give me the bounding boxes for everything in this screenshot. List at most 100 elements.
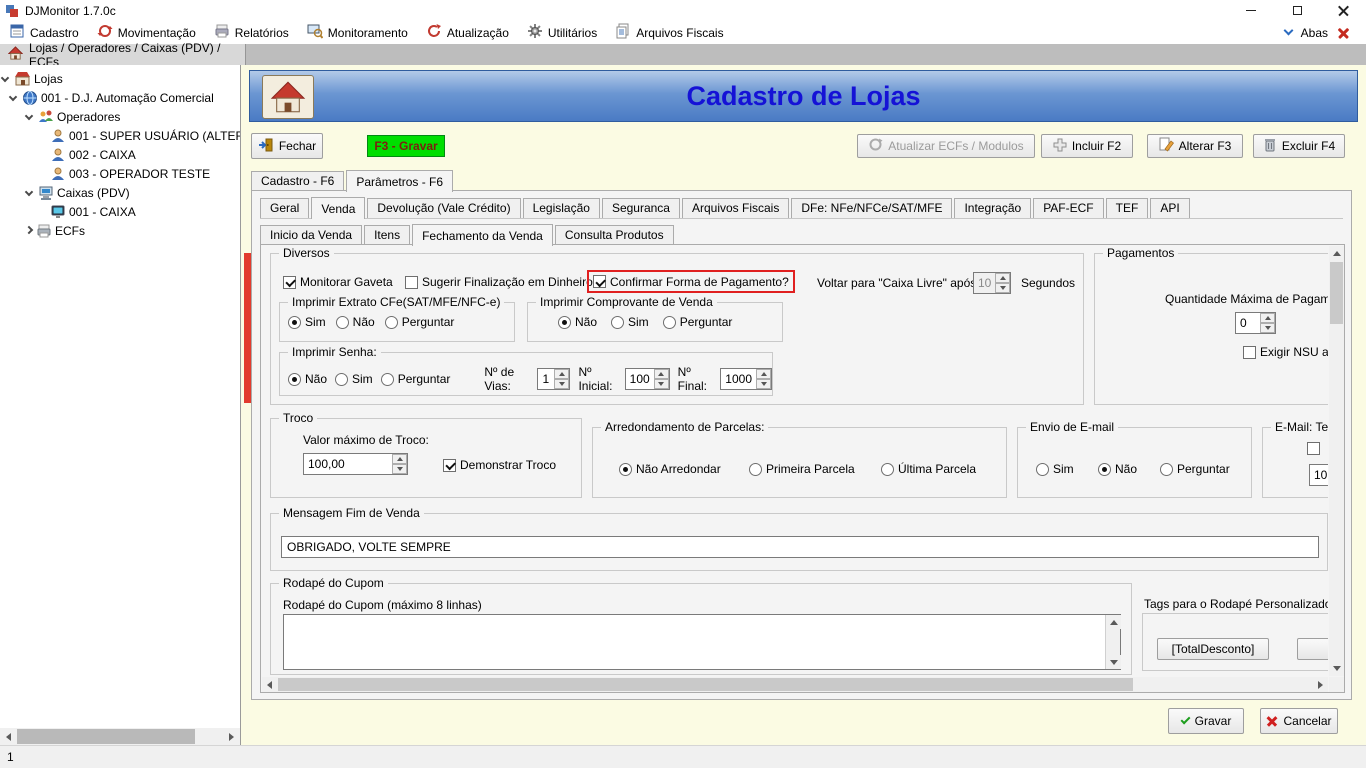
spinner-down-icon[interactable] <box>1260 323 1275 333</box>
scroll-right-arrow[interactable] <box>223 728 240 745</box>
rodape-textarea[interactable] <box>283 614 1121 670</box>
demonstrar-troco-checkbox[interactable]: Demonstrar Troco <box>443 457 556 473</box>
spinner-down-icon[interactable] <box>756 379 771 389</box>
mensagem-fim-input[interactable] <box>281 536 1319 558</box>
comprovante-perguntar-radio[interactable]: Perguntar <box>662 315 732 329</box>
tree-node-caixa-001[interactable]: 001 - CAIXA <box>0 202 240 221</box>
horizontal-scrollbar[interactable] <box>262 677 1328 692</box>
menu-atualizacao[interactable]: Atualização <box>417 21 518 44</box>
voltar-segundos-spinner[interactable]: 10 <box>973 272 1012 294</box>
scroll-down-arrow[interactable] <box>1106 655 1121 669</box>
spinner-up-icon[interactable] <box>653 369 669 379</box>
email-nao-radio[interactable]: Não <box>1098 462 1137 476</box>
total-tag-button[interactable]: [Tot <box>1297 638 1328 660</box>
email-sim-radio[interactable]: Sim <box>1036 462 1074 476</box>
monitorar-gaveta-checkbox[interactable]: Monitorar Gaveta <box>283 274 393 290</box>
email-template-spinner[interactable]: 10 <box>1309 464 1328 486</box>
sidebar-horizontal-scrollbar[interactable] <box>0 728 240 745</box>
tab-fechamento-da-venda[interactable]: Fechamento da Venda <box>412 224 553 246</box>
spinner-down-icon[interactable] <box>653 379 669 389</box>
tab-seguranca[interactable]: Seguranca <box>601 198 680 218</box>
vias-spinner[interactable]: 1 <box>537 368 571 390</box>
confirmar-forma-checkbox[interactable]: Confirmar Forma de Pagamento? <box>593 274 789 290</box>
comprovante-nao-radio[interactable]: Não <box>558 315 597 329</box>
tree-node-caixas-pdv[interactable]: Caixas (PDV) <box>0 183 240 202</box>
tab-parametros-f6[interactable]: Parâmetros - F6 <box>346 170 454 192</box>
chevron-down-icon[interactable] <box>1283 25 1294 36</box>
menu-utilitarios[interactable]: Utilitários <box>518 21 606 44</box>
tree-node-lojas[interactable]: Lojas <box>0 69 240 88</box>
scrollbar-thumb[interactable] <box>278 678 1133 691</box>
spinner-up-icon[interactable] <box>392 454 407 464</box>
tab-integracao[interactable]: Integração <box>954 198 1032 218</box>
scroll-left-arrow[interactable] <box>262 677 277 692</box>
scroll-down-arrow[interactable] <box>1329 661 1344 676</box>
tab-arquivos-fiscais[interactable]: Arquivos Fiscais <box>681 198 790 218</box>
tree-node-operator-001[interactable]: 001 - SUPER USUÁRIO (ALTERE <box>0 126 240 145</box>
workspace-tab[interactable]: Lojas / Operadores / Caixas (PDV) / ECFs <box>0 41 246 69</box>
tab-itens[interactable]: Itens <box>364 225 411 245</box>
final-spinner[interactable]: 1000 <box>720 368 772 390</box>
primeira-parcela-radio[interactable]: Primeira Parcela <box>749 462 855 476</box>
cancelar-button[interactable]: Cancelar <box>1260 708 1338 734</box>
tab-tef[interactable]: TEF <box>1105 198 1149 218</box>
scroll-left-arrow[interactable] <box>0 728 17 745</box>
spinner-down-icon[interactable] <box>392 464 407 474</box>
tab-dfe[interactable]: DFe: NFe/NFCe/SAT/MFE <box>791 198 953 218</box>
tree-node-ecfs[interactable]: ECFs <box>0 221 240 240</box>
extrato-nao-radio[interactable]: Não <box>335 315 375 329</box>
tab-legislacao[interactable]: Legislação <box>522 198 600 218</box>
qtd-maxima-spinner[interactable]: 0 <box>1235 312 1276 334</box>
f3-gravar-hint[interactable]: F3 - Gravar <box>367 135 445 157</box>
chevron-down-icon[interactable] <box>24 111 34 120</box>
fechar-button[interactable]: Fechar <box>251 133 323 159</box>
tab-venda[interactable]: Venda <box>311 197 366 219</box>
textarea-scrollbar[interactable] <box>1105 615 1121 669</box>
tree-node-company[interactable]: 001 - D.J. Automação Comercial <box>0 88 240 107</box>
comprovante-sim-radio[interactable]: Sim <box>611 315 649 329</box>
spinner-up-icon[interactable] <box>995 273 1011 283</box>
tab-paf-ecf[interactable]: PAF-ECF <box>1033 198 1104 218</box>
email-template-checkbox[interactable] <box>1307 440 1320 456</box>
chevron-down-icon[interactable] <box>0 73 10 82</box>
close-button[interactable] <box>1320 0 1366 21</box>
menu-monitoramento[interactable]: Monitoramento <box>298 21 417 44</box>
abas-label[interactable]: Abas <box>1301 26 1328 40</box>
tree-node-operadores[interactable]: Operadores <box>0 107 240 126</box>
valor-troco-spinner[interactable]: 100,00 <box>303 453 408 475</box>
tab-geral[interactable]: Geral <box>260 198 310 218</box>
minimize-button[interactable] <box>1228 0 1274 21</box>
spinner-down-icon[interactable] <box>995 283 1011 293</box>
tab-inicio-da-venda[interactable]: Inicio da Venda <box>260 225 363 245</box>
email-perguntar-radio[interactable]: Perguntar <box>1160 462 1230 476</box>
chevron-right-icon[interactable] <box>24 225 34 234</box>
tab-devolucao[interactable]: Devolução (Vale Crédito) <box>367 198 521 218</box>
menu-arquivos-fiscais[interactable]: Arquivos Fiscais <box>606 21 732 44</box>
senha-nao-radio[interactable]: Não <box>288 372 327 386</box>
tab-cadastro-f6[interactable]: Cadastro - F6 <box>251 171 345 191</box>
ultima-parcela-radio[interactable]: Última Parcela <box>881 462 976 476</box>
atualizar-ecfs-button[interactable]: Atualizar ECFs / Modulos <box>857 134 1035 158</box>
chevron-down-icon[interactable] <box>8 92 18 101</box>
spinner-down-icon[interactable] <box>554 379 570 389</box>
tab-consulta-produtos[interactable]: Consulta Produtos <box>554 225 674 245</box>
excluir-button[interactable]: Excluir F4 <box>1253 134 1345 158</box>
incluir-button[interactable]: Incluir F2 <box>1041 134 1133 158</box>
extrato-sim-radio[interactable]: Sim <box>288 315 326 329</box>
vertical-scrollbar[interactable] <box>1329 246 1344 676</box>
extrato-perguntar-radio[interactable]: Perguntar <box>384 315 454 329</box>
tree-node-operator-002[interactable]: 002 - CAIXA <box>0 145 240 164</box>
maximize-button[interactable] <box>1274 0 1320 21</box>
senha-sim-radio[interactable]: Sim <box>335 372 373 386</box>
tree-node-operator-003[interactable]: 003 - OPERADOR TESTE <box>0 164 240 183</box>
tab-api[interactable]: API <box>1150 198 1190 218</box>
sugerir-finalizacao-checkbox[interactable]: Sugerir Finalização em Dinheiro <box>405 274 593 290</box>
close-tab-icon[interactable] <box>1337 26 1350 39</box>
scroll-up-arrow[interactable] <box>1329 246 1344 261</box>
senha-perguntar-radio[interactable]: Perguntar <box>380 372 450 386</box>
gravar-button[interactable]: Gravar <box>1168 708 1244 734</box>
nao-arredondar-radio[interactable]: Não Arredondar <box>619 462 721 476</box>
chevron-down-icon[interactable] <box>24 187 34 196</box>
total-desconto-tag-button[interactable]: [TotalDesconto] <box>1157 638 1269 660</box>
exigir-nsu-checkbox[interactable]: Exigir NSU ao informar dados Ca <box>1243 344 1328 360</box>
